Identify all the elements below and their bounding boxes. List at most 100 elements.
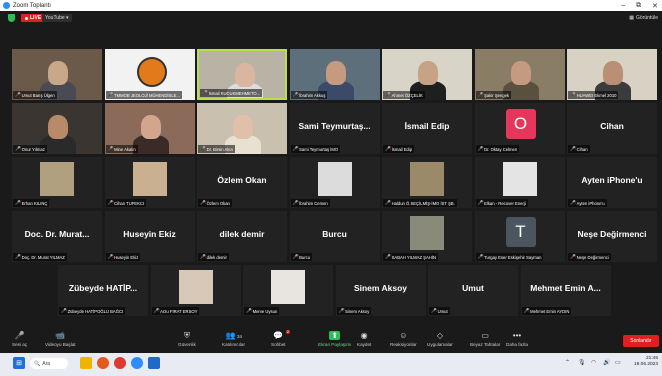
toolbar-chat-button[interactable]: 💬 2 Sohbet (271, 330, 290, 351)
participant-tile[interactable]: 🎤̸ İbrahim Akkuş (289, 49, 380, 100)
participant-label: 🎤̸ Zübeyde HATİPOĞLU BAĞCI (59, 307, 126, 315)
toolbar-reactions-button[interactable]: ☺ Reaksiyonlar (390, 331, 417, 351)
mic-muted-icon: 🎤̸ (385, 92, 391, 97)
participant-tile[interactable]: Doc. Dr. Murat... 🎤̸ Doç. Dr. Murat YILMAZ (12, 211, 102, 262)
participant-tile[interactable]: 🎤̸ Erhan KILINÇ (12, 157, 102, 208)
toolbar-label: Daha fazla (506, 342, 528, 347)
mic-muted-icon: 🎤̸ (385, 146, 391, 151)
participant-tile[interactable]: Ayten iPhone'u 🎤̸ Ayten iPhone'u (567, 157, 657, 208)
participant-tile[interactable]: 🎤̸ Onur Yılmaz (12, 103, 102, 154)
participant-count: 34 (236, 334, 242, 339)
tray-chevron-icon[interactable]: ⌃ (565, 359, 570, 366)
participant-name: Dr. Oktay Celmen (484, 146, 518, 152)
participant-tile[interactable]: O 🎤̸ Dr. Oktay Celmen (474, 103, 565, 154)
toolbar-label: Ekran Paylaşımı (318, 342, 352, 347)
participant-tile[interactable]: 🎤̸ Cihan TUFEKCI (104, 157, 195, 208)
participant-label: 🎤̸ Turgay Eser Eskişehir Sayman (475, 253, 544, 261)
participant-tile[interactable]: Sami Teymurtaş... 🎤̸ Sami Teymurtaş İMO (289, 103, 380, 154)
participant-label: 🎤̸ TMMOB JEOLOJİ MÜHENDİSLE... (105, 91, 182, 99)
file-explorer-icon[interactable] (80, 357, 92, 369)
participant-name: Elkan - Recover Enerji (484, 200, 526, 206)
toolbar-shield-button[interactable]: ⛨ Güvenlik (178, 331, 196, 351)
participant-tile[interactable]: 🎤̸ Ahmet ÖZÇELİK (382, 49, 472, 100)
mic-muted-icon: 🎤̸ (200, 254, 206, 259)
participant-tile[interactable]: Özlem Okan 🎤̸ Özlem Okan (197, 157, 287, 208)
battery-icon[interactable]: ▭ (615, 359, 621, 366)
participant-tile[interactable]: Huseyin Ekiz 🎤̸ Huseyin Ekiz (104, 211, 195, 262)
outlook-icon[interactable] (148, 357, 160, 369)
reactions-icon: ☺ (399, 331, 408, 340)
participant-tile[interactable]: Sinem Aksoy 🎤̸ Sinem Aksoy (335, 265, 426, 316)
avatar-initial: T (505, 217, 536, 247)
toolbar-mic-off-button[interactable]: 🎤 Sesi aç (12, 331, 27, 351)
windows-start-icon[interactable]: ⊞ (13, 357, 25, 369)
toolbar-label: Uygulamalar (427, 342, 453, 347)
toolbar-video-off-button[interactable]: 📹 Videoyu Başlat (45, 331, 76, 351)
toolbar-more-button[interactable]: ••• Daha fazla (506, 331, 528, 351)
logo-emblem-icon (136, 57, 167, 87)
participant-label: 🎤̸ Neşe Değirmenci (568, 253, 611, 261)
mic-tray-icon[interactable]: 🎙 (578, 359, 586, 366)
participant-tile[interactable]: 🎤̸ Elkan - Recover Enerji (474, 157, 565, 208)
participant-tile[interactable]: Burcu 🎤̸ Burcu (289, 211, 380, 262)
participant-tile[interactable]: 🎤̸ SABAH YILMAZ ŞAHİN (382, 211, 472, 262)
participant-head (48, 115, 68, 139)
profile-photo-image (410, 162, 444, 196)
participant-tile[interactable]: 🎤̸ İsmail KUCUKMEHMETO... (197, 49, 287, 100)
participant-name: Sinem Aksoy (345, 308, 370, 314)
participant-tile[interactable]: T 🎤̸ Turgay Eser Eskişehir Sayman (474, 211, 565, 262)
firefox-icon[interactable] (97, 357, 109, 369)
participant-tile[interactable]: 🎤̸ İbrahim Cemen (289, 157, 380, 208)
mic-muted-icon: 🎤̸ (15, 92, 21, 97)
participant-tile[interactable]: 🎤̸ Merve Uysun (243, 265, 333, 316)
participant-tile[interactable]: 🎤̸ HUAWEI Ekmel 2010 (567, 49, 657, 100)
participant-tile[interactable]: Umut 🎤̸ Umut (428, 265, 518, 316)
participant-tile[interactable]: 🎤̸ TMMOB JEOLOJİ MÜHENDİSLE... (104, 49, 195, 100)
chrome-icon[interactable] (114, 357, 126, 369)
participant-tile[interactable]: İsmail Edip 🎤̸ İsmail Edip (382, 103, 472, 154)
participant-tile[interactable]: dilek demir 🎤̸ dilek demir (197, 211, 287, 262)
toolbar-share-screen-button[interactable]: ⬆ Ekran Paylaşımı (318, 331, 351, 351)
participant-tile[interactable]: 🎤̸ Dr. Birsin Akın (197, 103, 287, 154)
toolbar-whiteboard-button[interactable]: ▭ Beyaz Tahtalar (470, 331, 500, 351)
participant-tile[interactable]: 🎤̸ Şakir Şengek (474, 49, 565, 100)
participant-tile[interactable]: Zübeyde HATİP... 🎤̸ Zübeyde HATİPOĞLU BAĞC… (58, 265, 148, 316)
zoom-taskbar-icon[interactable] (131, 357, 143, 369)
toolbar-record-button[interactable]: ◉ Kaydet (357, 331, 371, 351)
toolbar-apps-button[interactable]: ◇ Uygulamalar (427, 331, 453, 351)
participant-tile[interactable]: 🎤̸ Arzu FIRAT ERSOY (150, 265, 241, 316)
participant-tile[interactable]: 🎤̸ Mine Akalın (104, 103, 195, 154)
mic-muted-icon: 🎤̸ (200, 146, 206, 151)
participant-label: 🎤̸ Sami Teymurtaş İMO (290, 145, 341, 153)
participant-tile[interactable]: Neşe Değirmenci 🎤̸ Neşe Değirmenci (567, 211, 657, 262)
taskbar-clock[interactable]: 21:45 19.06.2023 (634, 356, 658, 368)
mic-muted-icon: 🎤̸ (570, 200, 576, 205)
search-label: Ara (42, 360, 51, 367)
profile-photo-image (178, 270, 213, 304)
mic-off-icon: 🎤 (14, 331, 25, 340)
participant-tile[interactable]: Mehmet Emin A... 🎤̸ Mehmet Emin AYDIN (520, 265, 611, 316)
participant-label: 🎤̸ Mine Akalın (105, 145, 138, 153)
participant-head (603, 61, 623, 85)
participant-display-name: Özlem Okan (217, 175, 267, 185)
mic-muted-icon: 🎤̸ (107, 146, 114, 151)
toolbar-label: Kaydet (357, 342, 372, 347)
participant-tile[interactable]: 🎤̸ Haldun Ö.SEÇİLMİŞ-İMO İST ŞB. (382, 157, 472, 208)
participant-tile[interactable]: 🎤̸ Umut Barış Ülgen (12, 49, 102, 100)
mic-muted-icon: 🎤̸ (292, 254, 299, 259)
participant-label: 🎤̸ HUAWEI Ekmel 2010 (568, 91, 619, 99)
profile-photo-image (132, 162, 167, 196)
toolbar-participants-button[interactable]: 👥 34 Katılımcılar (222, 331, 245, 351)
toolbar-label: Güvenlik (178, 342, 196, 347)
mic-muted-icon: 🎤̸ (15, 254, 21, 259)
participant-name: Özlem Okan (206, 200, 230, 206)
taskbar-search[interactable]: 🔍 Ara (30, 358, 68, 369)
end-meeting-button[interactable]: Sonlandır (623, 335, 659, 347)
participant-name: Şakir Şengek (484, 92, 510, 98)
participant-label: 🎤̸ Özlem Okan (198, 199, 232, 207)
volume-icon[interactable]: 🔊 (603, 359, 610, 366)
participant-tile[interactable]: Cihan 🎤̸ Cihan (567, 103, 657, 154)
participant-name: Cihan TUFEKCI (114, 200, 145, 206)
participant-name: dilek demir (206, 254, 227, 260)
wifi-icon[interactable]: ◠ (591, 359, 596, 366)
